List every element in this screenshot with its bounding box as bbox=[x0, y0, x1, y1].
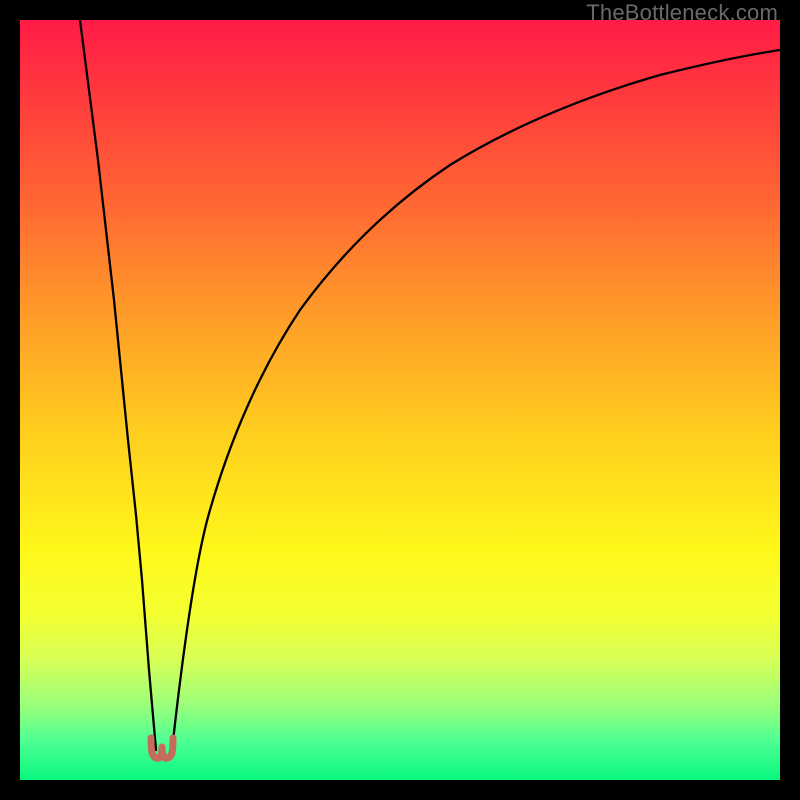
curve-right-branch bbox=[172, 50, 780, 750]
chart-frame: TheBottleneck.com bbox=[0, 0, 800, 800]
valley-marker bbox=[145, 734, 179, 762]
bottleneck-curve bbox=[20, 20, 780, 780]
curve-left-branch bbox=[80, 20, 156, 750]
plot-area bbox=[20, 20, 780, 780]
watermark-text: TheBottleneck.com bbox=[586, 0, 778, 26]
u-shape-icon bbox=[151, 738, 173, 758]
